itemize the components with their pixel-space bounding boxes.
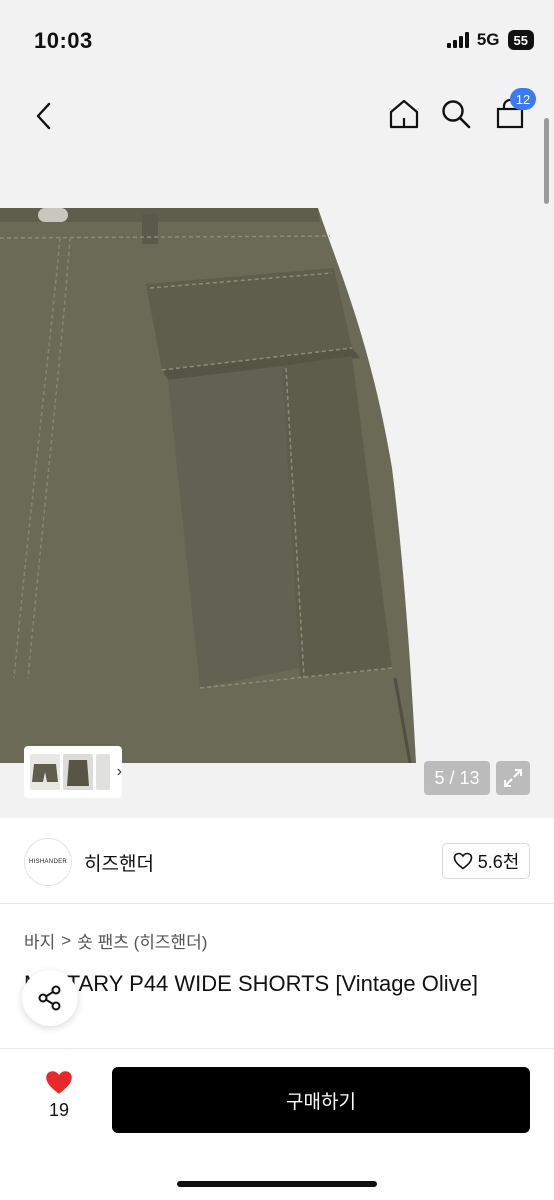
- chevron-left-icon: [36, 102, 51, 130]
- share-icon: [38, 985, 61, 1011]
- chevron-right-icon: ›: [116, 763, 122, 780]
- brand-like-count: 5.6천: [477, 852, 520, 872]
- wish-count: 19: [48, 1100, 70, 1120]
- status-bar: 10:03 5G 55: [0, 0, 554, 80]
- cart-button[interactable]: 12: [490, 88, 536, 134]
- brand-name[interactable]: 히즈핸더: [84, 849, 154, 876]
- cart-count-badge: 12: [510, 88, 536, 110]
- product-image[interactable]: › 5 / 13: [0, 208, 554, 818]
- battery-icon: 55: [507, 30, 534, 50]
- expand-icon: [504, 769, 522, 787]
- expand-image-button[interactable]: [496, 761, 530, 795]
- thumbnail-image[interactable]: [96, 754, 110, 790]
- shorts-photo: [0, 208, 554, 818]
- home-button[interactable]: [384, 94, 424, 134]
- network-label: 5G: [476, 30, 500, 49]
- breadcrumb-category[interactable]: 바지: [24, 928, 55, 953]
- breadcrumb-subcategory[interactable]: 숏 팬츠 (히즈핸더): [77, 928, 207, 953]
- home-icon: [389, 99, 419, 129]
- breadcrumb: 바지 > 숏 팬츠 (히즈핸더): [24, 928, 207, 953]
- image-page-counter: 5 / 13: [424, 761, 490, 795]
- breadcrumb-separator: >: [61, 930, 72, 950]
- brand-row: HISHANDER 히즈핸더 5.6천: [0, 818, 554, 904]
- home-indicator: [177, 1181, 377, 1187]
- heart-outline-icon: [453, 852, 473, 870]
- signal-icon: [446, 32, 469, 48]
- buy-button[interactable]: 구매하기: [112, 1067, 530, 1133]
- product-title: MILITARY P44 WIDE SHORTS [Vintage Olive]: [24, 971, 479, 996]
- share-button[interactable]: [22, 970, 78, 1026]
- nav-bar: 12: [0, 80, 554, 208]
- status-time: 10:03: [34, 28, 93, 53]
- status-indicators: 5G 55: [446, 30, 534, 50]
- thumbnail-strip[interactable]: ›: [24, 746, 122, 798]
- shorts-thumbnail-icon: [32, 764, 58, 782]
- wish-button[interactable]: 19: [36, 1069, 82, 1121]
- scrollbar[interactable]: [544, 118, 549, 204]
- thumbnail-image[interactable]: [63, 754, 93, 790]
- back-button[interactable]: [24, 96, 64, 136]
- shorts-thumbnail-icon: [67, 760, 89, 786]
- heart-filled-icon: [46, 1071, 72, 1094]
- brand-logo[interactable]: HISHANDER: [24, 838, 72, 886]
- brand-like-button[interactable]: 5.6천: [442, 843, 530, 879]
- bottom-action-bar: 19 구매하기: [0, 1048, 554, 1200]
- search-icon: [442, 100, 471, 129]
- thumbnail-image[interactable]: [30, 754, 60, 790]
- search-button[interactable]: [436, 94, 476, 134]
